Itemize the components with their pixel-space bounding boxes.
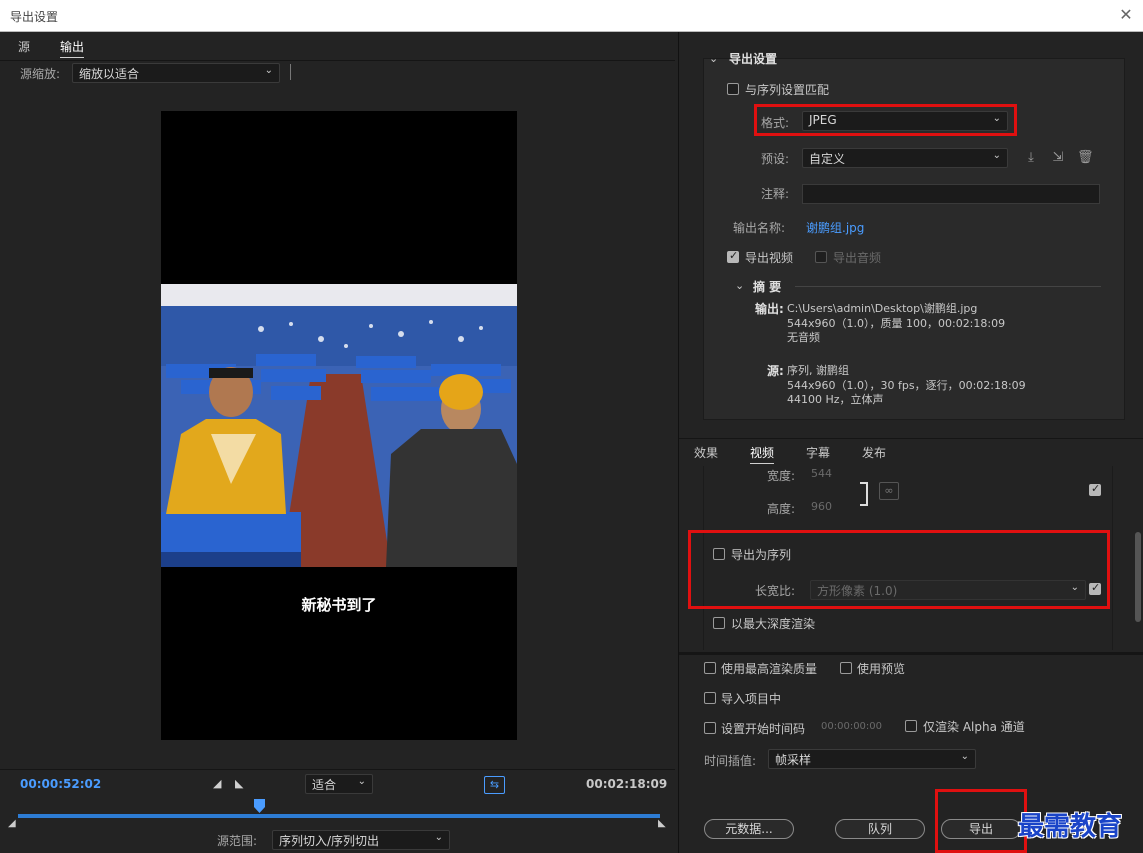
highlight-export-sequence [688, 530, 1110, 609]
collapse-icon[interactable]: ⌄ [709, 52, 718, 65]
save-preset-icon[interactable]: ⤓ [1023, 150, 1039, 166]
height-label: 高度: [767, 502, 796, 516]
close-icon[interactable]: ✕ [1115, 4, 1137, 26]
watermark-logo: 最需教育 [1018, 812, 1123, 842]
comment-label: 注释: [761, 187, 790, 201]
summary-source-name: 序列, 谢鹏组 [787, 364, 849, 377]
classroom-scene-image [161, 284, 517, 567]
max-depth-label: 以最大深度渲染 [731, 617, 816, 631]
max-quality-label: 使用最高渲染质量 [721, 662, 818, 676]
out-point-icon[interactable]: ◣ [658, 818, 666, 829]
render-alpha-label: 仅渲染 Alpha 通道 [923, 720, 1025, 734]
use-preview-checkbox[interactable] [840, 662, 852, 674]
import-preset-icon[interactable]: ⇲ [1050, 150, 1066, 166]
window-title: 导出设置 [10, 10, 59, 24]
height-value[interactable]: 960 [811, 500, 832, 513]
match-source-checkbox[interactable] [1089, 482, 1101, 496]
start-tc-value[interactable]: 00:00:00:00 [821, 721, 882, 732]
end-time: 00:02:18:09 [586, 777, 668, 791]
highlight-format [754, 104, 1017, 136]
section-title: 导出设置 [729, 52, 778, 66]
divider [290, 64, 291, 80]
timeline-track[interactable] [18, 814, 660, 818]
max-depth-checkbox[interactable] [713, 617, 725, 629]
preset-label: 预设: [761, 152, 790, 166]
time-interp-label: 时间插值: [704, 754, 757, 768]
summary-source-audio: 44100 Hz，立体声 [787, 393, 884, 406]
scrollbar-thumb[interactable] [1135, 532, 1141, 622]
source-range-select[interactable]: 序列切入/序列切出 ⌄ [272, 830, 450, 850]
output-name-label: 输出名称: [733, 221, 786, 235]
tab-output[interactable]: 输出 [60, 38, 85, 58]
collapse-icon[interactable]: ⌄ [735, 279, 744, 292]
comment-input[interactable] [802, 184, 1100, 204]
fit-value: 适合 [312, 778, 337, 792]
tab-effects[interactable]: 效果 [694, 444, 718, 461]
time-interp-value: 帧采样 [775, 753, 812, 767]
divider [679, 438, 1143, 439]
right-panel: ⌄ 导出设置 与序列设置匹配 格式: JPEG ⌄ 预设: 自定义 ⌄ ⤓ ⇲ … [678, 32, 1143, 853]
fit-select[interactable]: 适合 ⌄ [305, 774, 373, 794]
import-project-checkbox[interactable] [704, 692, 716, 704]
title-bar: 导出设置 ✕ [0, 0, 1143, 32]
source-range-value: 序列切入/序列切出 [279, 834, 380, 848]
set-start-tc-label: 设置开始时间码 [721, 722, 806, 736]
chevron-down-icon: ⌄ [992, 150, 1001, 161]
width-label: 宽度: [767, 469, 796, 483]
highlight-export-button [935, 789, 1027, 853]
output-name-link[interactable]: 谢鹏组.jpg [806, 219, 864, 236]
use-preview-label: 使用预览 [857, 662, 906, 676]
current-time[interactable]: 00:00:52:02 [20, 777, 101, 791]
tab-source[interactable]: 源 [18, 38, 30, 55]
mark-in-icon[interactable]: ◢ [213, 777, 221, 790]
source-range-label: 源范围: [217, 834, 258, 848]
in-point-icon[interactable]: ◢ [8, 818, 16, 829]
video-preview: 新秘书到了 [161, 111, 517, 740]
divider [795, 286, 1101, 287]
divider [679, 652, 1143, 655]
source-zoom-label: 源缩放: [20, 67, 61, 81]
width-value[interactable]: 544 [811, 467, 832, 480]
queue-button[interactable]: 队列 [835, 819, 925, 839]
link-chain-icon[interactable]: ∞ [879, 482, 899, 500]
time-interp-select[interactable]: 帧采样 ⌄ [768, 749, 976, 769]
mark-out-icon[interactable]: ◣ [235, 777, 243, 790]
playhead-icon[interactable] [254, 799, 265, 813]
preset-select[interactable]: 自定义 ⌄ [802, 148, 1008, 168]
left-panel: 源 输出 源缩放: 缩放以适合 ⌄ 新秘书到了 00:00:52:02 ◢ ◣ … [0, 32, 675, 853]
chevron-down-icon: ⌄ [264, 65, 273, 76]
chevron-down-icon: ⌄ [960, 751, 969, 762]
link-bracket [860, 482, 868, 506]
preset-value: 自定义 [809, 152, 846, 166]
import-project-label: 导入项目中 [721, 692, 782, 706]
max-quality-checkbox[interactable] [704, 662, 716, 674]
tab-publish[interactable]: 发布 [862, 444, 886, 461]
aspect-toggle-icon[interactable]: ⇆ [484, 776, 505, 794]
source-zoom-value: 缩放以适合 [79, 67, 140, 81]
tab-captions[interactable]: 字幕 [806, 444, 830, 461]
source-zoom-select[interactable]: 缩放以适合 ⌄ [72, 63, 280, 83]
export-audio-label: 导出音频 [833, 251, 882, 265]
export-video-checkbox[interactable] [727, 249, 739, 263]
summary-output-path: C:\Users\admin\Desktop\谢鹏组.jpg [787, 302, 978, 315]
delete-preset-icon[interactable]: 🗑 [1077, 150, 1094, 166]
summary-title: 摘 要 [753, 280, 782, 294]
chevron-down-icon: ⌄ [357, 776, 366, 787]
video-frame-image [161, 284, 517, 567]
match-sequence-checkbox[interactable] [727, 83, 739, 95]
tab-video[interactable]: 视频 [750, 444, 775, 464]
chevron-down-icon: ⌄ [434, 832, 443, 843]
video-subtitle: 新秘书到了 [301, 596, 377, 614]
set-start-tc-checkbox[interactable] [704, 722, 716, 734]
summary-output-audio: 无音频 [787, 331, 820, 344]
metadata-button[interactable]: 元数据... [704, 819, 794, 839]
divider [0, 60, 675, 61]
summary-source-label: 源: [767, 364, 784, 378]
render-alpha-checkbox[interactable] [905, 720, 917, 732]
match-sequence-label: 与序列设置匹配 [745, 83, 830, 97]
export-video-label: 导出视频 [745, 251, 794, 265]
summary-output-label: 输出: [755, 302, 784, 316]
divider [0, 769, 675, 770]
export-audio-checkbox[interactable] [815, 251, 827, 263]
